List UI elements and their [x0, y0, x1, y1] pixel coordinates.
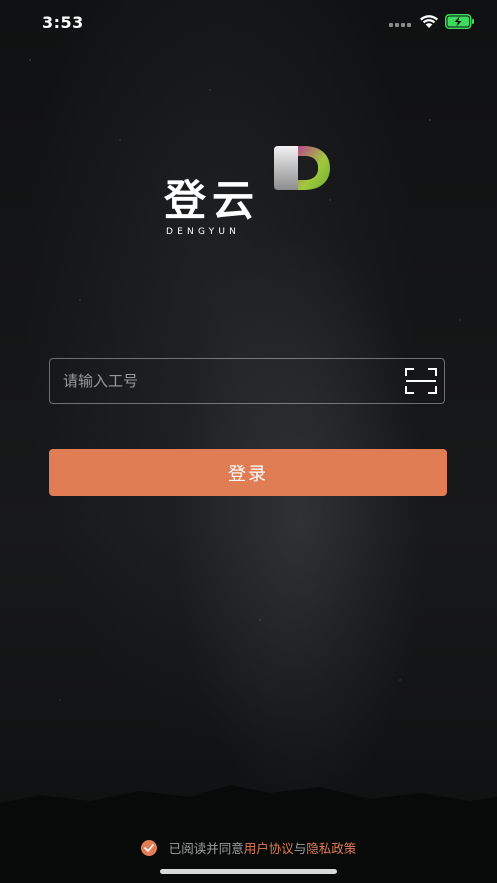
scan-button[interactable]	[398, 359, 444, 403]
agreement-prefix: 已阅读并同意	[168, 841, 244, 856]
login-button[interactable]: 登录	[49, 449, 447, 496]
status-bar: 3:53	[0, 0, 497, 48]
app-logo: 登云 DENGYUN	[164, 142, 336, 238]
employee-id-input[interactable]	[50, 359, 398, 403]
battery-charging-icon	[445, 14, 474, 29]
employee-id-field	[49, 358, 445, 404]
starfield-background	[0, 0, 497, 883]
scan-icon	[405, 368, 437, 394]
agreement-checkbox[interactable]	[140, 839, 157, 856]
home-indicator[interactable]	[160, 869, 337, 874]
signal-icon	[389, 22, 411, 27]
wifi-icon	[420, 15, 438, 28]
login-screen: 3:53 登云 DENGYUN 请输入工号 登录 已阅读并同意 用户协议 与 隐…	[0, 0, 497, 883]
logo-subtext: DENGYUN	[166, 227, 241, 237]
check-icon	[143, 843, 154, 852]
mountain-silhouette	[0, 785, 497, 883]
status-time: 3:53	[42, 13, 84, 32]
agreement-row: 已阅读并同意 用户协议 与 隐私政策	[0, 838, 497, 857]
logo-mark-icon	[274, 146, 330, 190]
user-agreement-link[interactable]: 用户协议	[244, 838, 294, 857]
logo-text: 登云	[164, 176, 261, 225]
agreement-conjunction: 与	[293, 841, 307, 856]
privacy-policy-link[interactable]: 隐私政策	[306, 838, 356, 857]
status-icons	[389, 14, 475, 29]
